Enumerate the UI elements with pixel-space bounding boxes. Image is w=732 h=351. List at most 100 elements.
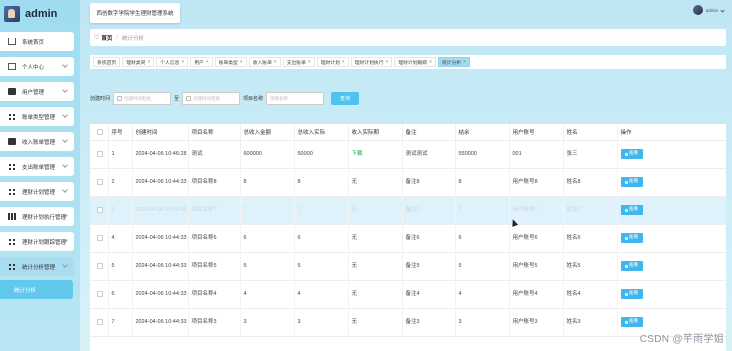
table-row[interactable]: 2 2024-04-06 10:44:33 项目名称8 8 8 无备注8 8 用户账号8 姓名8… [90,168,726,197]
cell-actual_income: 5 [294,252,349,281]
row-checkbox-cell[interactable] [90,280,109,309]
sidebar-item-8[interactable]: 理财计划跟踪管理 [0,232,74,251]
sidebar-item-3[interactable]: 账单类型管理 [0,107,74,126]
close-icon[interactable]: × [206,60,209,65]
close-icon[interactable]: × [386,60,389,65]
view-button[interactable]: 查看 [620,149,643,159]
cell-period: 无 [348,252,403,281]
close-icon[interactable]: × [429,60,432,65]
cell-period: 无 [348,308,403,337]
table-row[interactable]: 1 2024-04-06 10:46:28 测试 600000 50000 下载 测试测试 5… [90,140,726,169]
close-icon[interactable]: × [240,60,243,65]
tab-10[interactable]: 统计分析 × [437,57,470,67]
select-all-cell[interactable] [90,124,109,141]
cell-balance: 6 [455,224,510,253]
cell-no: 2 [108,168,133,197]
view-button-label: 查看 [628,263,639,268]
row-checkbox[interactable] [97,291,104,297]
tab-6[interactable]: 支出账单 × [282,57,315,67]
close-icon[interactable]: × [308,60,311,65]
start-date-input[interactable]: 创建时间起始 [113,92,172,105]
tab-1[interactable]: 理财类同 × [122,57,155,67]
row-checkbox[interactable] [97,179,104,185]
table-row[interactable]: 3 2024-04-06 10:44:33 项目名称7 7 7 无备注7 7 用户账号7 姓名7… [90,196,726,225]
sidebar-item-4[interactable]: 收入账单管理 [0,132,74,151]
view-button[interactable]: 查看 [620,205,643,215]
column-header: 收入实际期 [348,124,403,141]
calendar-icon [117,96,123,101]
breadcrumb-home[interactable]: 首页 [101,34,112,42]
column-header: 结余 [455,124,510,141]
sidebar-item-1[interactable]: 个人中心 [0,57,74,76]
tab-5[interactable]: 收入账单 × [248,57,281,67]
user-menu[interactable]: admin [692,5,725,15]
cell-person: 姓名8 [563,168,618,197]
search-icon [624,180,628,184]
row-checkbox[interactable] [97,319,104,325]
row-checkbox[interactable] [97,151,104,157]
home-icon [8,38,16,45]
view-button[interactable]: 查看 [620,233,643,243]
cell-person: 姓名7 [563,196,618,225]
search-button[interactable]: 查询 [331,92,360,105]
view-button[interactable]: 查看 [620,177,643,187]
view-button[interactable]: 查看 [620,289,643,299]
project-name-input[interactable]: 项目名称 [266,92,325,105]
end-date-input[interactable]: 创建时间结束 [182,92,241,105]
tab-2[interactable]: 个人信息 × [156,57,189,67]
close-icon[interactable]: × [463,60,466,65]
cell-remark: 备注5 [402,252,456,281]
sidebar-item-2[interactable]: 用户管理 [0,82,74,101]
row-checkbox[interactable] [97,235,104,241]
search-icon [624,320,628,324]
breadcrumb-separator: / [116,34,118,41]
user-name: admin [705,7,718,13]
cell-person: 姓名4 [563,280,618,309]
cell-total_income: 6 [240,224,295,253]
column-header: 总收入金额 [240,124,295,141]
column-header: 总收入实际 [294,124,349,141]
table-row[interactable]: 7 2024-04-06 10:44:33 项目名称3 3 3 无备注3 3 用户账号3 姓名3… [90,308,726,337]
row-checkbox-cell[interactable] [90,308,109,337]
row-checkbox-cell[interactable] [90,252,109,281]
tab-3[interactable]: 用户 × [190,57,213,67]
table-row[interactable]: 4 2024-04-06 10:44:33 项目名称6 6 6 无备注6 6 用户账号6 姓名6… [90,224,726,253]
sidebar-item-0[interactable]: 系统首页 [0,32,74,51]
tab-0[interactable]: 系统首页 [93,57,121,67]
box-icon [8,63,16,70]
select-all-checkbox[interactable] [97,128,104,135]
grid-icon [8,263,16,270]
sidebar-item-label: 统计分析管理 [22,264,56,271]
row-checkbox-cell[interactable] [90,224,109,253]
sidebar-item-5[interactable]: 支出账单管理 [0,157,74,176]
avatar[interactable] [692,5,703,15]
tab-7[interactable]: 理财计划 × [316,57,349,67]
row-checkbox-cell[interactable] [90,140,109,169]
view-button-label: 查看 [628,319,639,324]
close-icon[interactable]: × [274,60,277,65]
view-button[interactable]: 查看 [620,317,643,327]
sidebar-item-7[interactable]: 理财计划执行管理 [0,207,74,226]
tab-4[interactable]: 账单类型 × [214,57,247,67]
row-checkbox-cell[interactable] [90,196,109,225]
sidebar-item-9[interactable]: 统计分析管理 [0,257,74,276]
cell-actual_income: 3 [294,308,349,337]
grid-icon [8,163,16,170]
row-checkbox-cell[interactable] [90,168,109,197]
sidebar-item-label: 账单类型管理 [22,114,56,121]
breadcrumb-current: 统计分析 [121,35,144,42]
tab-8[interactable]: 理财计划执行 × [350,57,393,67]
row-checkbox[interactable] [97,207,104,213]
tab-9[interactable]: 理财计划跟踪 × [394,57,436,67]
sidebar-subitem-statistics[interactable]: 统计分析 [0,280,73,299]
sidebar-item-6[interactable]: 理财计划管理 [0,182,74,201]
view-button[interactable]: 查看 [620,261,643,271]
row-checkbox[interactable] [97,263,104,269]
close-icon[interactable]: × [342,60,345,65]
close-icon[interactable]: × [147,60,150,65]
table-row[interactable]: 5 2024-04-06 10:44:33 项目名称5 5 5 无备注5 5 用户账号5 姓名5… [90,252,726,281]
column-header: 备注 [402,124,456,141]
table-row[interactable]: 6 2024-04-06 10:44:33 项目名称4 4 4 无备注4 4 用户账号4 姓名4… [90,280,726,309]
close-icon[interactable]: × [181,60,184,65]
cell-no: 3 [108,196,133,225]
